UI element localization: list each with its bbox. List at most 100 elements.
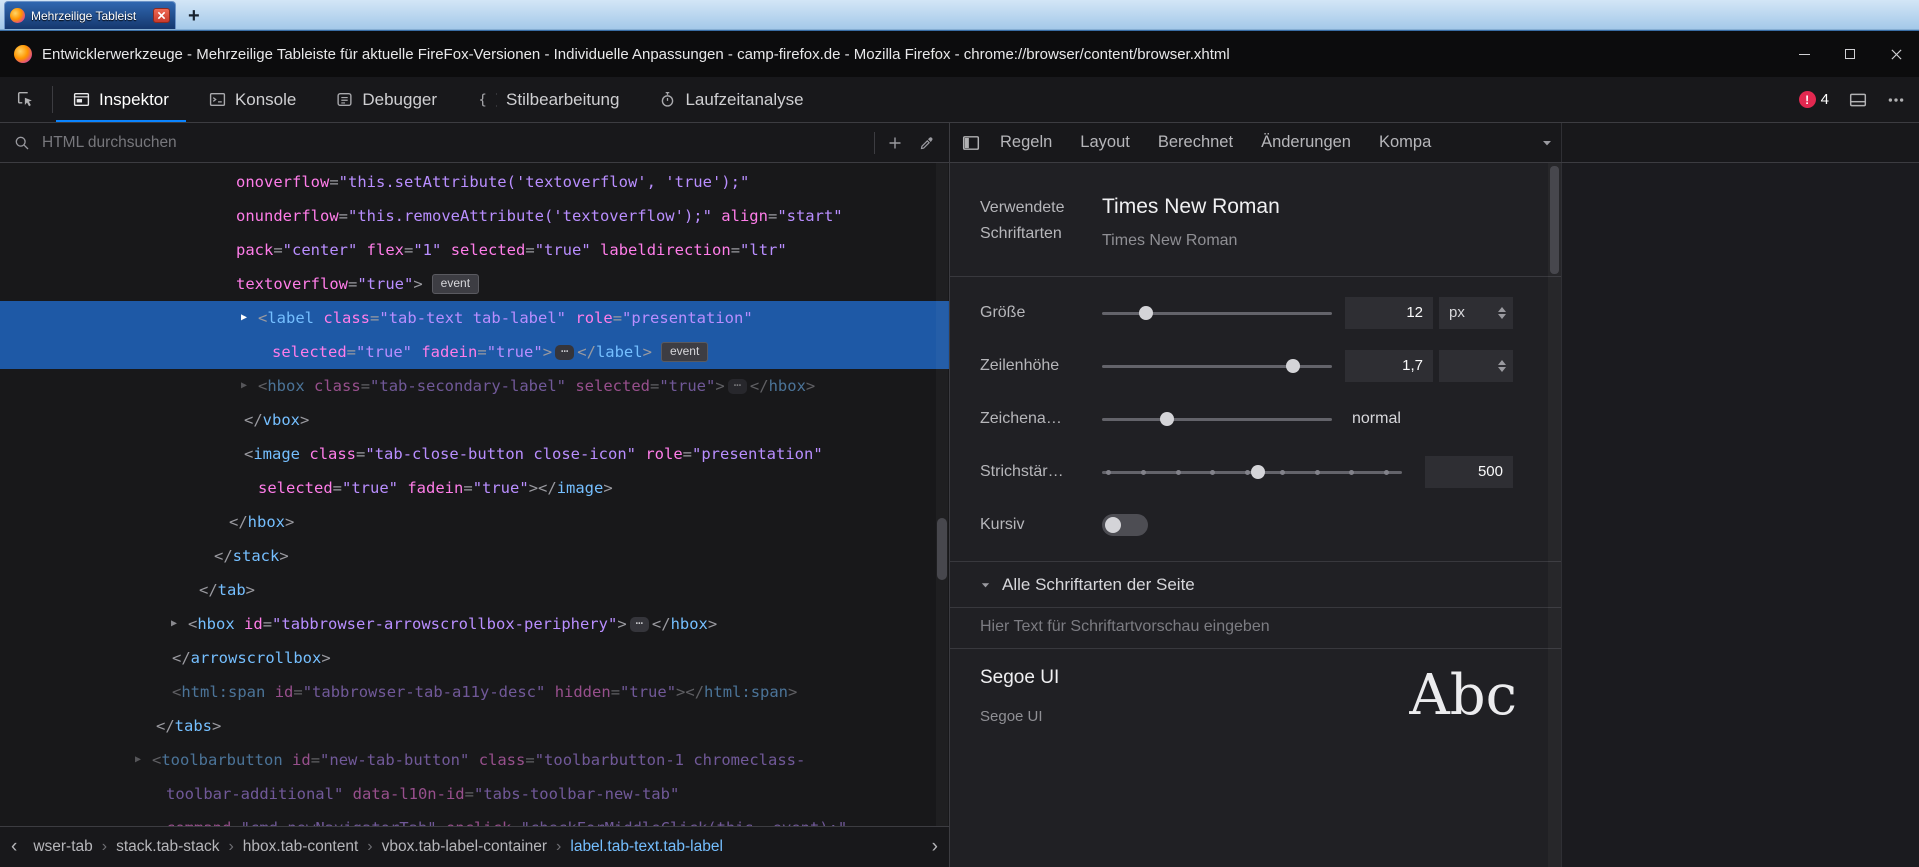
markup-line[interactable]: command="cmd_newNavigatorTab" onclick="c…	[0, 811, 949, 826]
breadcrumb-item[interactable]: wser-tab	[24, 838, 101, 856]
breadcrumb-item[interactable]: vbox.tab-label-container	[373, 838, 556, 856]
sidebar-tab-änderungen[interactable]: Änderungen	[1247, 133, 1365, 152]
toolbar-right: 4	[1799, 77, 1919, 122]
markup-line[interactable]: <image class="tab-close-button close-ico…	[0, 437, 949, 471]
code-token	[300, 445, 309, 463]
slider-thumb[interactable]	[1160, 412, 1174, 426]
three-pane-toggle[interactable]	[958, 134, 986, 152]
font-editor-input[interactable]	[1425, 456, 1513, 488]
markup-line[interactable]: selected="true" fadein="true"></image>	[0, 471, 949, 505]
markup-line[interactable]: <label class="tab-text tab-label" role="…	[0, 301, 949, 335]
maximize-button[interactable]	[1827, 31, 1873, 77]
font-editor-input[interactable]	[1345, 297, 1433, 329]
used-fonts-values: Times New Roman Times New Roman	[1102, 195, 1280, 250]
slider[interactable]	[1102, 412, 1332, 426]
breadcrumb-item[interactable]: stack.tab-stack	[107, 838, 228, 856]
all-tabs-button[interactable]	[1541, 137, 1555, 149]
error-count-badge[interactable]: 4	[1799, 91, 1829, 108]
event-badge[interactable]: event	[432, 274, 479, 294]
eyedropper-button[interactable]	[915, 135, 939, 151]
markup-line[interactable]: <html:span id="tabbrowser-tab-a11y-desc"…	[0, 675, 949, 709]
slider-thumb[interactable]	[1251, 465, 1265, 479]
new-tab-button[interactable]: +	[188, 6, 200, 26]
markup-line[interactable]: </tabs>	[0, 709, 949, 743]
slider-track	[1102, 418, 1332, 421]
markup-scrollbar[interactable]	[936, 163, 948, 826]
code-token	[265, 683, 274, 701]
font-list-item: Segoe UISegoe UIAbc	[950, 649, 1561, 733]
markup-line[interactable]: </arrowscrollbox>	[0, 641, 949, 675]
minimize-button[interactable]	[1781, 31, 1827, 77]
code-token: =	[511, 819, 520, 826]
tab-inspektor[interactable]: Inspektor	[53, 77, 189, 122]
code-token: image	[557, 479, 604, 497]
scrollbar-thumb[interactable]	[1550, 166, 1559, 274]
expand-twisty-icon[interactable]	[241, 301, 247, 335]
search-input[interactable]	[42, 134, 866, 152]
markup-line[interactable]: <toolbarbutton id="new-tab-button" class…	[0, 743, 949, 777]
expand-twisty-icon[interactable]	[135, 743, 141, 777]
meatball-menu-button[interactable]	[1887, 91, 1905, 109]
split-console-button[interactable]	[1849, 91, 1867, 109]
slider[interactable]	[1102, 359, 1332, 373]
markup-line[interactable]: toolbar-additional" data-l10n-id="tabs-t…	[0, 777, 949, 811]
code-token: =	[333, 479, 342, 497]
code-token	[441, 241, 450, 259]
sidebar-tab-kompa[interactable]: Kompa	[1365, 133, 1445, 152]
font-editor-input[interactable]	[1345, 350, 1433, 382]
add-node-button[interactable]	[883, 135, 907, 151]
code-token: tabs	[175, 717, 212, 735]
expand-twisty-icon[interactable]	[241, 369, 247, 403]
markup-line[interactable]: onunderflow="this.removeAttribute('texto…	[0, 199, 949, 233]
breadcrumb-item[interactable]: label.tab-text.tab-label	[561, 838, 732, 856]
markup-line[interactable]: </vbox>	[0, 403, 949, 437]
breadcrumb-item[interactable]: hbox.tab-content	[234, 838, 367, 856]
markup-line[interactable]: selected="true" fadein="true">⋯</label>e…	[0, 335, 949, 369]
markup-line[interactable]: </stack>	[0, 539, 949, 573]
markup-line[interactable]: </tab>	[0, 573, 949, 607]
markup-line[interactable]: pack="center" flex="1" selected="true" l…	[0, 233, 949, 267]
slider[interactable]	[1102, 306, 1332, 320]
inline-text-ellipsis[interactable]: ⋯	[630, 617, 649, 632]
slider[interactable]	[1102, 465, 1402, 479]
sidebar-tab-regeln[interactable]: Regeln	[986, 133, 1066, 152]
inline-text-ellipsis[interactable]: ⋯	[728, 379, 747, 394]
close-button[interactable]	[1873, 31, 1919, 77]
slider-thumb[interactable]	[1139, 306, 1153, 320]
tab-konsole[interactable]: Konsole	[189, 77, 316, 122]
markup-line[interactable]: </hbox>	[0, 505, 949, 539]
markup-line[interactable]: textoverflow="true">event	[0, 267, 949, 301]
inline-text-ellipsis[interactable]: ⋯	[555, 345, 574, 360]
sidebar-tab-layout[interactable]: Layout	[1066, 133, 1144, 152]
code-token: >	[212, 717, 221, 735]
sidebar-scrollbar[interactable]	[1548, 163, 1561, 867]
code-token: class	[314, 377, 361, 395]
sidebar-tab-berechnet[interactable]: Berechnet	[1144, 133, 1247, 152]
slider-thumb[interactable]	[1286, 359, 1300, 373]
scrollbar-thumb[interactable]	[937, 518, 947, 580]
markup-line[interactable]: <hbox id="tabbrowser-arrowscrollbox-peri…	[0, 607, 949, 641]
node-picker-button[interactable]	[0, 77, 52, 122]
code-token: class	[323, 309, 370, 327]
code-token: label	[267, 309, 314, 327]
unit-select[interactable]: px	[1439, 297, 1513, 329]
tab-debugger[interactable]: Debugger	[316, 77, 457, 122]
devtools-window: Entwicklerwerkzeuge - Mehrzeilige Tablei…	[0, 30, 1919, 867]
breadcrumb-scroll-right-icon[interactable]: ›	[925, 836, 945, 858]
font-preview-input[interactable]	[980, 618, 1531, 636]
fonts-panel: Verwendete Schriftarten Times New Roman …	[950, 163, 1562, 867]
expand-twisty-icon[interactable]	[171, 607, 177, 641]
italic-toggle[interactable]	[1102, 514, 1148, 536]
tab-close-button[interactable]	[153, 8, 170, 23]
markup-line[interactable]: onoverflow="this.setAttribute('textoverf…	[0, 165, 949, 199]
breadcrumb-scroll-left-icon[interactable]: ‹	[4, 836, 24, 858]
browser-tab[interactable]: Mehrzeilige Tableist	[4, 1, 176, 29]
markup-line[interactable]: <hbox class="tab-secondary-label" select…	[0, 369, 949, 403]
unit-select[interactable]	[1439, 350, 1513, 382]
all-fonts-header[interactable]: Alle Schriftarten der Seite	[950, 562, 1561, 607]
braces-icon: { }	[477, 91, 497, 108]
event-badge[interactable]: event	[661, 342, 708, 362]
tab-laufzeitanalyse[interactable]: Laufzeitanalyse	[639, 77, 823, 122]
tab-stilbearbeitung[interactable]: { }Stilbearbeitung	[457, 77, 639, 122]
spinner-icon	[1498, 360, 1506, 372]
